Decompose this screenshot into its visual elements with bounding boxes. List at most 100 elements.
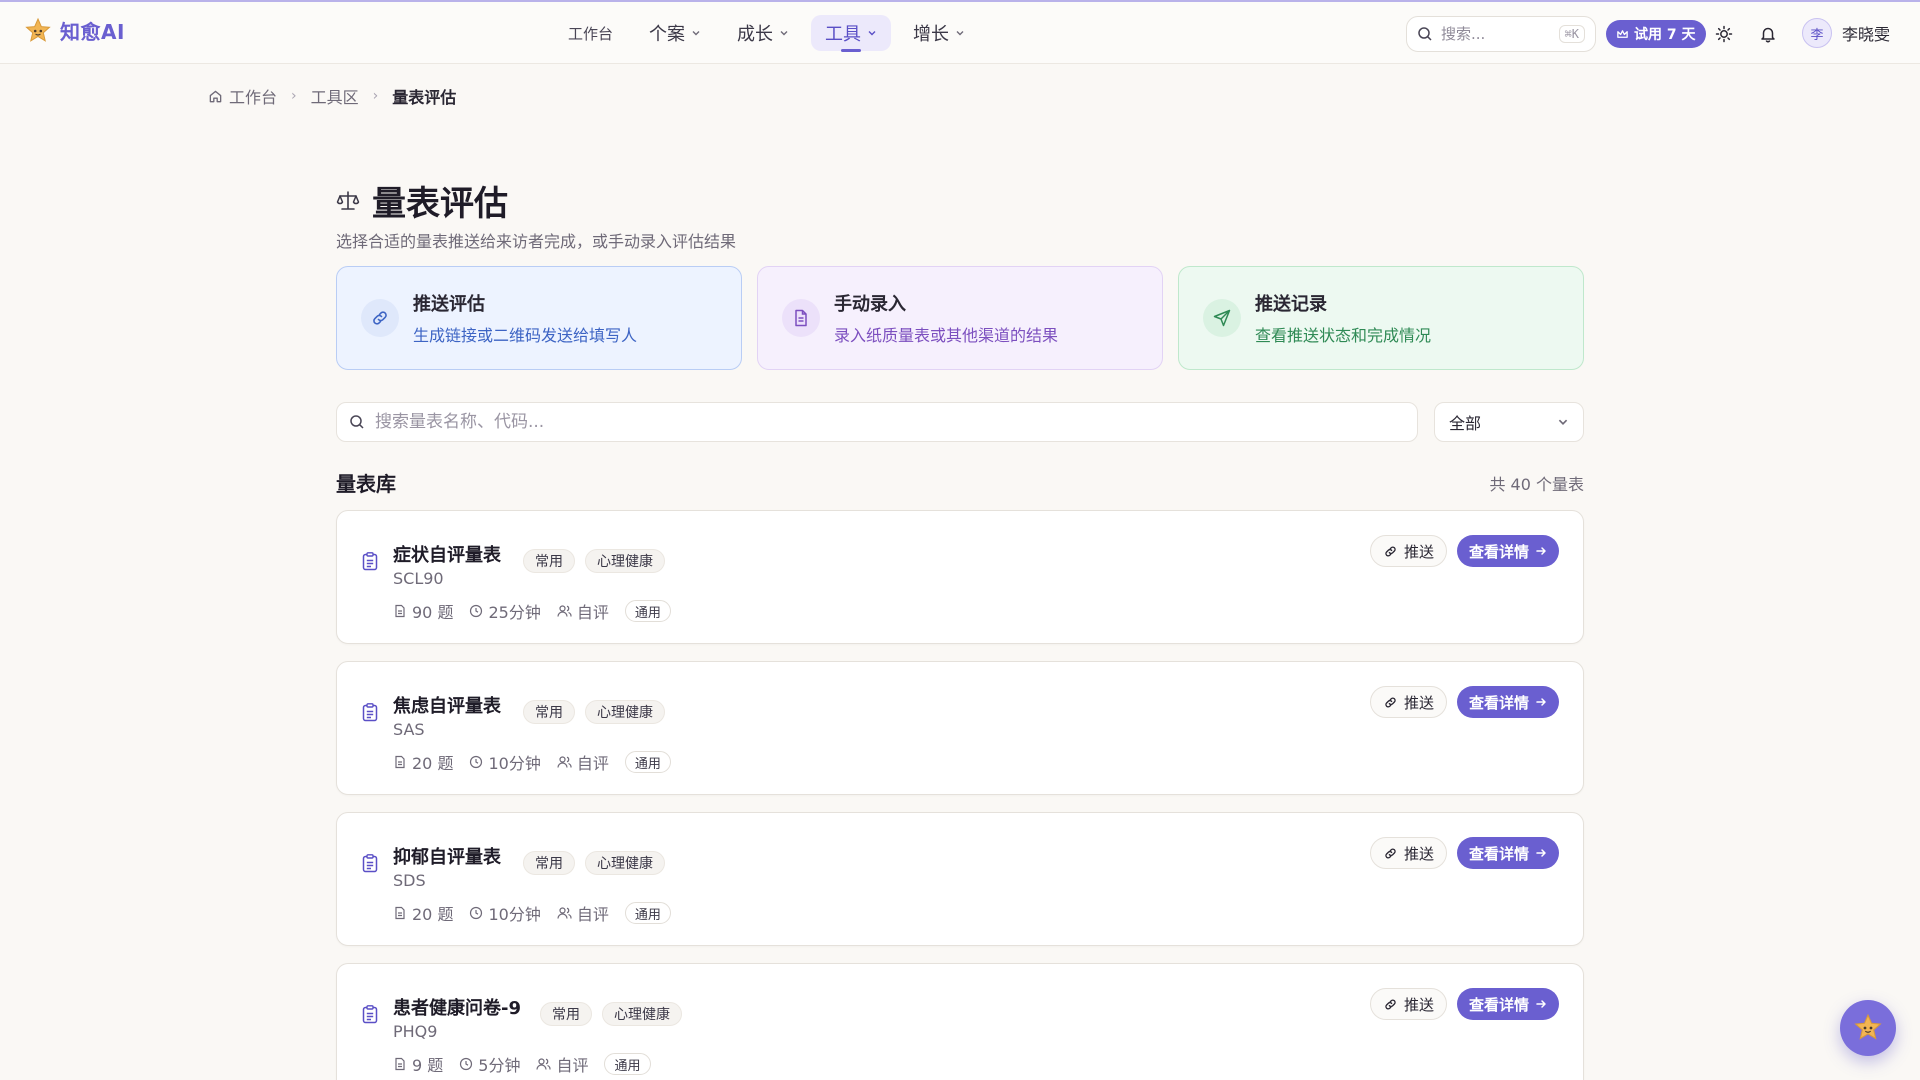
notifications-button[interactable] <box>1754 20 1782 48</box>
view-details-button[interactable]: 查看详情 <box>1456 535 1559 567</box>
global-search-input[interactable] <box>1441 25 1541 43</box>
scale-mode: 自评 <box>576 905 609 924</box>
view-details-label: 查看详情 <box>1468 542 1529 561</box>
scale-meta: 20 题 10分钟 自评 通用 <box>393 750 671 774</box>
chevron-down-icon <box>956 31 964 36</box>
breadcrumb-current: 量表评估 <box>392 88 457 107</box>
push-button[interactable]: 推送 <box>1369 535 1447 567</box>
scale-code: SDS <box>393 871 426 890</box>
library-title: 量表库 <box>336 472 396 496</box>
send-icon <box>1203 299 1241 337</box>
view-details-button[interactable]: 查看详情 <box>1456 837 1559 869</box>
scale-name[interactable]: 患者健康问卷-9 <box>393 994 521 1020</box>
scale-duration: 5分钟 <box>478 1056 521 1075</box>
file-icon <box>395 1057 405 1071</box>
clipboard-list-icon <box>362 854 378 873</box>
scale-tags: 常用 心理健康 <box>523 851 665 875</box>
push-button[interactable]: 推送 <box>1369 837 1447 869</box>
scale-card[interactable]: 患者健康问卷-9 常用 心理健康 PHQ9 9 题 5分钟 自评 通用 推送 查… <box>336 963 1584 1080</box>
clock-icon <box>470 755 483 769</box>
nav-increase[interactable]: 增长 <box>899 15 979 51</box>
scale-balance-icon <box>336 190 360 210</box>
sun-icon <box>1715 25 1733 43</box>
push-button[interactable]: 推送 <box>1369 686 1447 718</box>
chevron-down-icon <box>868 31 876 36</box>
breadcrumb-home[interactable]: 工作台 <box>208 84 277 108</box>
push-evaluation-card[interactable]: 推送评估 生成链接或二维码发送给填写人 <box>336 266 742 370</box>
tag-category: 心理健康 <box>602 1002 682 1026</box>
scale-search-input[interactable] <box>375 412 1405 432</box>
link-icon <box>1385 546 1396 556</box>
file-icon <box>395 604 405 618</box>
crown-icon <box>1617 29 1628 38</box>
nav-tools[interactable]: 工具 <box>811 15 892 52</box>
scale-item-count: 20 题 <box>412 754 454 773</box>
users-icon <box>557 605 572 617</box>
file-icon <box>395 906 405 920</box>
user-menu[interactable]: 李 李晓雯 <box>1802 18 1890 48</box>
scale-actions: 推送 查看详情 <box>1369 988 1559 1020</box>
nav-cases[interactable]: 个案 <box>635 15 715 51</box>
library-count: 共 40 个量表 <box>1489 475 1584 494</box>
view-details-label: 查看详情 <box>1468 995 1529 1014</box>
page-subtitle: 选择合适的量表推送给来访者完成，或手动录入评估结果 <box>336 232 737 251</box>
tag-common: 常用 <box>523 549 575 573</box>
breadcrumb-section[interactable]: 工具区 <box>311 84 359 108</box>
page-title: 量表评估 <box>372 184 508 224</box>
star-mascot-icon <box>1854 1013 1882 1040</box>
scale-actions: 推送 查看详情 <box>1369 535 1559 567</box>
file-text-icon <box>782 299 820 337</box>
scale-card[interactable]: 焦虑自评量表 常用 心理健康 SAS 20 题 10分钟 自评 通用 推送 查看… <box>336 661 1584 795</box>
push-button[interactable]: 推送 <box>1369 988 1447 1020</box>
nav-growth[interactable]: 成长 <box>723 15 803 51</box>
link-icon <box>361 299 399 337</box>
view-details-label: 查看详情 <box>1468 844 1529 863</box>
home-icon <box>209 90 222 102</box>
scale-scope: 通用 <box>624 751 671 773</box>
scale-name[interactable]: 焦虑自评量表 <box>393 692 501 718</box>
scale-name[interactable]: 抑郁自评量表 <box>393 843 501 869</box>
scale-actions: 推送 查看详情 <box>1369 837 1559 869</box>
nav-tools-label: 工具 <box>825 24 862 45</box>
avatar: 李 <box>1802 18 1832 48</box>
view-details-button[interactable]: 查看详情 <box>1456 988 1559 1020</box>
push-evaluation-desc: 生成链接或二维码发送给填写人 <box>413 326 638 345</box>
trial-badge[interactable]: 试用 7 天 <box>1606 20 1706 48</box>
scale-search[interactable] <box>336 402 1418 442</box>
page-heading: 量表评估 <box>336 176 508 225</box>
scale-mode: 自评 <box>576 754 609 773</box>
scale-item-count: 9 题 <box>412 1056 444 1075</box>
breadcrumb: 工作台 › 工具区 › 量表评估 <box>208 84 456 108</box>
push-button-label: 推送 <box>1403 693 1434 712</box>
scale-actions: 推送 查看详情 <box>1369 686 1559 718</box>
nav-cases-label: 个案 <box>649 24 686 45</box>
tag-category: 心理健康 <box>585 700 665 724</box>
brand-name: 知愈AI <box>60 20 125 44</box>
nav-workbench[interactable]: 工作台 <box>554 15 627 51</box>
scale-name[interactable]: 症状自评量表 <box>393 541 501 567</box>
global-search[interactable]: ⌘K <box>1406 16 1596 52</box>
view-details-button[interactable]: 查看详情 <box>1456 686 1559 718</box>
manual-entry-card[interactable]: 手动录入 录入纸质量表或其他渠道的结果 <box>757 266 1163 370</box>
scale-code: PHQ9 <box>393 1022 438 1041</box>
assistant-fab-button[interactable] <box>1840 1000 1896 1056</box>
users-icon <box>557 756 572 768</box>
breadcrumb-home-label: 工作台 <box>229 88 278 107</box>
category-select-value: 全部 <box>1449 414 1482 433</box>
chevron-down-icon <box>1558 419 1568 425</box>
arrow-right-icon <box>1536 547 1546 555</box>
brand[interactable]: 知愈AI <box>24 16 125 45</box>
manual-entry-title: 手动录入 <box>834 294 906 315</box>
category-select[interactable]: 全部 <box>1434 402 1584 442</box>
push-records-card[interactable]: 推送记录 查看推送状态和完成情况 <box>1178 266 1584 370</box>
bell-icon <box>1761 27 1775 43</box>
tag-common: 常用 <box>523 700 575 724</box>
scale-card[interactable]: 抑郁自评量表 常用 心理健康 SDS 20 题 10分钟 自评 通用 推送 查看… <box>336 812 1584 946</box>
scale-tags: 常用 心理健康 <box>523 700 665 724</box>
scale-card[interactable]: 症状自评量表 常用 心理健康 SCL90 90 题 25分钟 自评 通用 推送 … <box>336 510 1584 644</box>
scale-scope: 通用 <box>624 902 671 924</box>
chevron-down-icon <box>780 31 788 36</box>
scale-item-count: 20 题 <box>412 905 454 924</box>
theme-toggle-button[interactable] <box>1710 20 1738 48</box>
clipboard-list-icon <box>362 552 378 571</box>
